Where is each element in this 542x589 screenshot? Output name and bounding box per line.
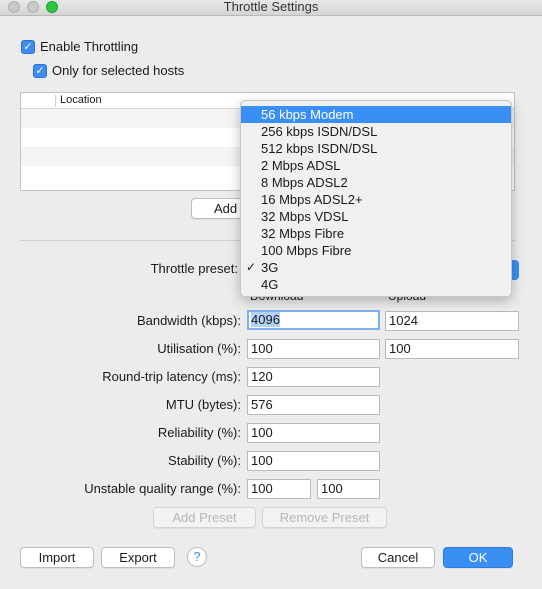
only-selected-hosts-label: Only for selected hosts: [52, 63, 185, 78]
utilisation-label: Utilisation (%):: [157, 341, 241, 356]
latency-input[interactable]: 120: [247, 367, 380, 387]
title-bar: Throttle Settings: [0, 0, 542, 16]
stability-label: Stability (%):: [168, 453, 241, 468]
help-icon[interactable]: ?: [187, 547, 207, 567]
remove-preset-button[interactable]: Remove Preset: [262, 507, 387, 528]
enable-throttling-checkbox[interactable]: ✓ Enable Throttling: [21, 39, 138, 54]
import-button[interactable]: Import: [20, 547, 94, 568]
bandwidth-download-input[interactable]: 4096: [247, 310, 380, 330]
mtu-label: MTU (bytes):: [165, 397, 241, 412]
ok-button[interactable]: OK: [443, 547, 513, 568]
menu-item-100mbps-fibre[interactable]: 100 Mbps Fibre: [241, 242, 511, 259]
latency-label: Round-trip latency (ms):: [102, 369, 241, 384]
menu-item-label: 3G: [261, 260, 279, 275]
only-selected-hosts-checkbox[interactable]: ✓ Only for selected hosts: [33, 63, 184, 78]
bandwidth-label: Bandwidth (kbps):: [136, 313, 241, 328]
throttle-preset-menu[interactable]: 56 kbps Modem 256 kbps ISDN/DSL 512 kbps…: [240, 100, 512, 297]
reliability-input[interactable]: 100: [247, 423, 380, 443]
menu-item-32mbps-fibre[interactable]: 32 Mbps Fibre: [241, 225, 511, 242]
menu-item-256kbps-isdn[interactable]: 256 kbps ISDN/DSL: [241, 123, 511, 140]
stability-input[interactable]: 100: [247, 451, 380, 471]
menu-item-4g[interactable]: 4G: [241, 276, 511, 293]
window-title: Throttle Settings: [223, 0, 319, 14]
add-preset-button[interactable]: Add Preset: [153, 507, 256, 528]
unstable-range-min-input[interactable]: 100: [247, 479, 311, 499]
menu-item-512kbps-isdn[interactable]: 512 kbps ISDN/DSL: [241, 140, 511, 157]
menu-item-2mbps-adsl[interactable]: 2 Mbps ADSL: [241, 157, 511, 174]
column-location[interactable]: Location: [60, 94, 102, 106]
checkmark-icon: ✓: [246, 260, 257, 274]
bandwidth-upload-input[interactable]: 1024: [385, 311, 519, 331]
menu-item-32mbps-vdsl[interactable]: 32 Mbps VDSL: [241, 208, 511, 225]
utilisation-download-input[interactable]: 100: [247, 339, 380, 359]
checkmark-icon: ✓: [33, 63, 47, 78]
menu-item-8mbps-adsl2[interactable]: 8 Mbps ADSL2: [241, 174, 511, 191]
cancel-button[interactable]: Cancel: [361, 547, 435, 568]
menu-item-56kbps-modem[interactable]: 56 kbps Modem: [241, 106, 511, 123]
utilisation-upload-input[interactable]: 100: [385, 339, 519, 359]
throttle-preset-label: Throttle preset:: [150, 261, 238, 276]
menu-item-3g[interactable]: ✓ 3G: [241, 259, 511, 276]
enable-throttling-label: Enable Throttling: [40, 39, 139, 54]
unstable-range-label: Unstable quality range (%):: [84, 481, 241, 496]
export-button[interactable]: Export: [101, 547, 175, 568]
mtu-input[interactable]: 576: [247, 395, 380, 415]
menu-item-16mbps-adsl2plus[interactable]: 16 Mbps ADSL2+: [241, 191, 511, 208]
unstable-range-max-input[interactable]: 100: [317, 479, 380, 499]
reliability-label: Reliability (%):: [157, 425, 241, 440]
checkmark-icon: ✓: [21, 39, 35, 54]
